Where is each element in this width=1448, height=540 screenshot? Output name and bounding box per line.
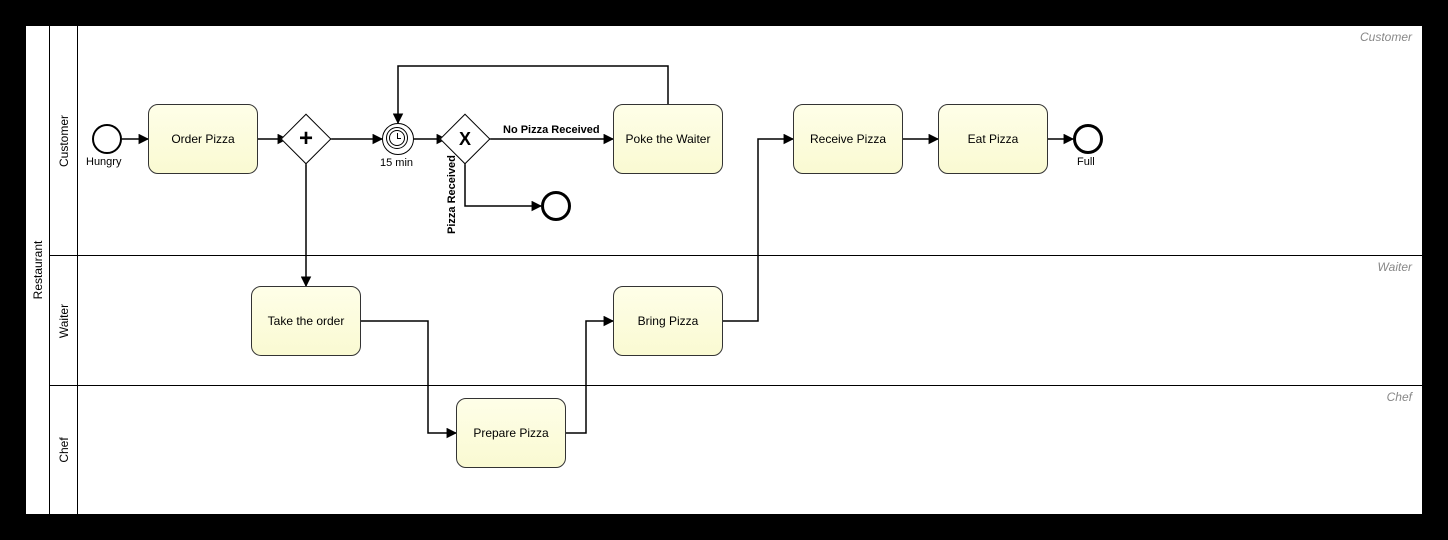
task-receive-pizza[interactable]: Receive Pizza xyxy=(793,104,903,174)
flow-label-pizza-received: Pizza Received xyxy=(446,155,458,234)
task-label: Receive Pizza xyxy=(810,132,886,146)
task-take-order[interactable]: Take the order xyxy=(251,286,361,356)
lane-chef[interactable]: Chef Chef xyxy=(50,386,1422,514)
intermediate-end-event[interactable] xyxy=(541,191,571,221)
timer-event-label: 15 min xyxy=(380,157,413,169)
task-prepare-pizza[interactable]: Prepare Pizza xyxy=(456,398,566,468)
lane-echo-customer: Customer xyxy=(1360,30,1412,44)
task-label: Eat Pizza xyxy=(968,132,1019,146)
task-bring-pizza[interactable]: Bring Pizza xyxy=(613,286,723,356)
flow-label-no-pizza: No Pizza Received xyxy=(503,124,600,136)
task-poke-waiter[interactable]: Poke the Waiter xyxy=(613,104,723,174)
pool-name: Restaurant xyxy=(31,241,45,300)
lane-header-chef[interactable]: Chef xyxy=(50,386,78,514)
bpmn-pool[interactable]: Restaurant Customer Customer Waiter Wait… xyxy=(25,25,1423,515)
lane-echo-waiter: Waiter xyxy=(1378,260,1412,274)
task-label: Bring Pizza xyxy=(638,314,699,328)
lane-name-chef: Chef xyxy=(57,437,71,462)
timer-event[interactable] xyxy=(382,123,414,155)
lane-echo-chef: Chef xyxy=(1387,390,1412,404)
lane-name-waiter: Waiter xyxy=(57,303,71,337)
pool-header[interactable]: Restaurant xyxy=(26,26,50,514)
lane-header-customer[interactable]: Customer xyxy=(50,26,78,255)
task-label: Prepare Pizza xyxy=(473,426,548,440)
lane-header-waiter[interactable]: Waiter xyxy=(50,256,78,385)
start-event[interactable] xyxy=(92,124,122,154)
end-event[interactable] xyxy=(1073,124,1103,154)
start-event-label: Hungry xyxy=(86,156,121,168)
task-label: Take the order xyxy=(268,314,345,328)
lane-name-customer: Customer xyxy=(57,114,71,166)
task-eat-pizza[interactable]: Eat Pizza xyxy=(938,104,1048,174)
task-label: Order Pizza xyxy=(171,132,234,146)
end-event-label: Full xyxy=(1077,156,1095,168)
task-order-pizza[interactable]: Order Pizza xyxy=(148,104,258,174)
task-label: Poke the Waiter xyxy=(626,132,711,146)
diagram-canvas: Restaurant Customer Customer Waiter Wait… xyxy=(0,0,1448,540)
